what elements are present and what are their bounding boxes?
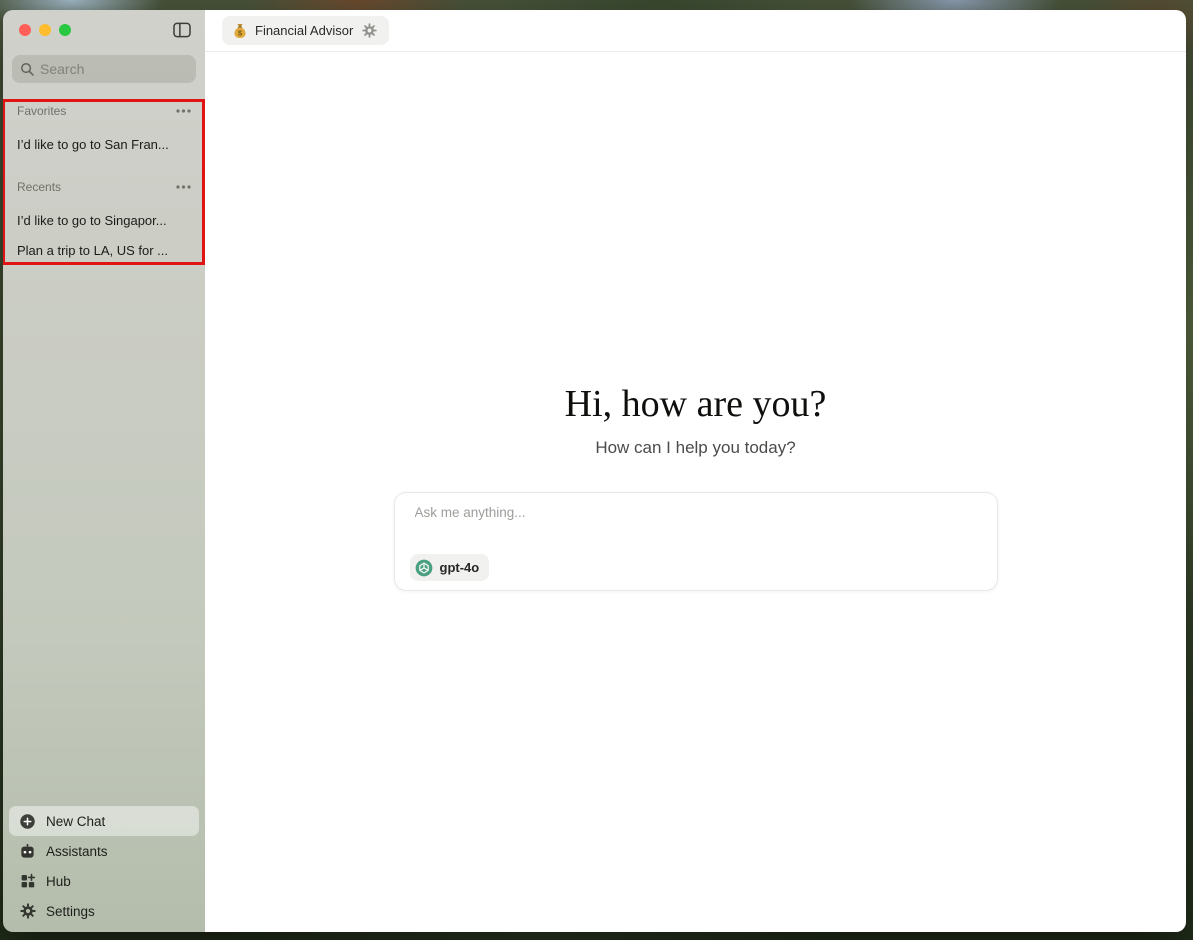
money-bag-icon: $ xyxy=(232,23,248,39)
ellipsis-icon xyxy=(176,185,191,189)
chat-item[interactable]: I’d like to go to San Fran... xyxy=(3,130,205,158)
gear-icon xyxy=(362,23,377,38)
traffic-lights xyxy=(19,24,71,36)
nav-label: Hub xyxy=(46,874,71,889)
recents-section: Recents I’d like to go to Singapor... Pl… xyxy=(3,175,205,264)
tab-financial-advisor[interactable]: $ Financial Advisor xyxy=(222,16,389,45)
recents-menu-button[interactable] xyxy=(174,183,193,191)
desktop-wallpaper: { "colors": { "annotation_red": "#e11414… xyxy=(0,0,1193,940)
main-panel: $ Financial Advisor xyxy=(205,10,1186,932)
hub-button[interactable]: Hub xyxy=(9,866,199,896)
nav-label: Settings xyxy=(46,904,95,919)
settings-button[interactable]: Settings xyxy=(9,896,199,926)
gear-icon xyxy=(19,903,36,919)
search-icon xyxy=(20,62,35,77)
zoom-window-button[interactable] xyxy=(59,24,71,36)
toggle-sidebar-button[interactable] xyxy=(171,20,193,40)
chat-item[interactable]: Plan a trip to LA, US for ... xyxy=(3,236,205,264)
chat-lists: Favorites I’d like to go to San Fran... … xyxy=(3,99,205,264)
plus-circle-icon xyxy=(19,813,36,830)
assistants-button[interactable]: Assistants xyxy=(9,836,199,866)
favorites-section: Favorites I’d like to go to San Fran... xyxy=(3,99,205,158)
favorites-label: Favorites xyxy=(17,104,66,118)
tab-bar: $ Financial Advisor xyxy=(205,10,1186,52)
model-name: gpt-4o xyxy=(440,560,480,575)
chat-empty-state: Hi, how are you? How can I help you toda… xyxy=(205,52,1186,932)
assistant-settings-button[interactable] xyxy=(360,21,379,40)
hero: Hi, how are you? How can I help you toda… xyxy=(205,381,1186,458)
grid-plus-icon xyxy=(19,873,36,889)
nav-label: New Chat xyxy=(46,814,105,829)
recents-header: Recents xyxy=(3,175,205,199)
favorites-header: Favorites xyxy=(3,99,205,123)
new-chat-button[interactable]: New Chat xyxy=(9,806,199,836)
greeting-title: Hi, how are you? xyxy=(205,381,1186,429)
greeting-subtitle: How can I help you today? xyxy=(205,438,1186,458)
app-window: Favorites I’d like to go to San Fran... … xyxy=(3,10,1186,932)
search-field[interactable] xyxy=(12,55,196,83)
sidebar-toggle-icon xyxy=(173,22,191,38)
recents-label: Recents xyxy=(17,180,61,194)
sidebar-header xyxy=(3,10,205,50)
favorites-menu-button[interactable] xyxy=(174,107,193,115)
close-window-button[interactable] xyxy=(19,24,31,36)
message-input[interactable] xyxy=(415,505,975,543)
sidebar: Favorites I’d like to go to San Fran... … xyxy=(3,10,205,932)
message-composer[interactable]: gpt-4o xyxy=(394,492,998,591)
tab-label: Financial Advisor xyxy=(255,23,353,38)
openai-icon xyxy=(415,559,433,577)
chat-item[interactable]: I’d like to go to Singapor... xyxy=(3,206,205,234)
assistant-robot-icon xyxy=(19,843,36,860)
model-selector[interactable]: gpt-4o xyxy=(410,554,490,581)
search-input[interactable] xyxy=(40,61,192,77)
sidebar-nav: New Chat Assistants xyxy=(3,806,205,932)
ellipsis-icon xyxy=(176,109,191,113)
minimize-window-button[interactable] xyxy=(39,24,51,36)
nav-label: Assistants xyxy=(46,844,108,859)
sidebar-spacer xyxy=(3,264,205,806)
